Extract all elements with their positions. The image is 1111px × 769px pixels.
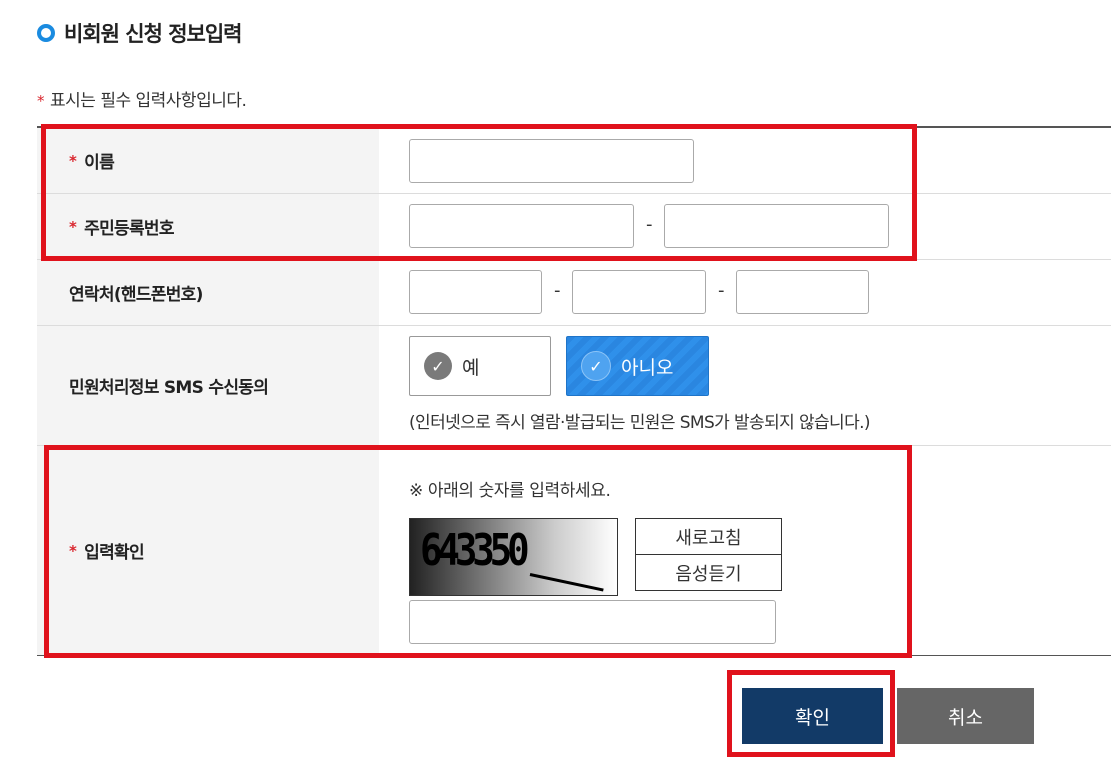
row-phone: 연락처(핸드폰번호) - -	[37, 260, 1111, 326]
phone-last-input[interactable]	[736, 270, 869, 314]
captcha-image-text: 643350	[420, 525, 530, 576]
captcha-label-cell: * 입력확인	[37, 446, 379, 655]
rrn-label-cell: * 주민등록번호	[37, 194, 379, 259]
required-star-icon: *	[69, 151, 77, 170]
required-star-icon: *	[69, 217, 77, 236]
rrn-input-cell: -	[379, 194, 1111, 259]
phone-dash-1: -	[554, 280, 561, 301]
required-note-text: 표시는 필수 입력사항입니다.	[50, 91, 247, 111]
required-star-icon: *	[37, 92, 45, 110]
sms-label-cell: 민원처리정보 SMS 수신동의	[37, 326, 379, 445]
captcha-label: 입력확인	[84, 543, 144, 563]
row-captcha: * 입력확인 ※ 아래의 숫자를 입력하세요. 643350 새로고침 음성듣기	[37, 446, 1111, 655]
name-input-cell	[379, 128, 1111, 193]
row-rrn: * 주민등록번호 -	[37, 194, 1111, 260]
sms-cell: ✓ 예 ✓ 아니오 (인터넷으로 즉시 열람·발급되는 민원은 SMS가 발송되…	[379, 326, 1111, 445]
captcha-audio-button[interactable]: 음성듣기	[635, 554, 782, 591]
phone-middle-input[interactable]	[572, 270, 706, 314]
sms-yes-radio[interactable]: ✓ 예	[409, 336, 551, 396]
rrn-dash: -	[646, 214, 653, 235]
captcha-refresh-button[interactable]: 새로고침	[635, 518, 782, 555]
rrn-back-input[interactable]	[664, 204, 889, 248]
phone-label: 연락처(핸드폰번호)	[69, 285, 203, 305]
captcha-noise-line	[529, 573, 604, 592]
name-label: 이름	[84, 153, 115, 173]
phone-input-cell: - -	[379, 260, 1111, 325]
sms-no-label: 아니오	[621, 356, 674, 379]
rrn-front-input[interactable]	[409, 204, 634, 248]
phone-label-cell: 연락처(핸드폰번호)	[37, 260, 379, 325]
cancel-button[interactable]: 취소	[897, 688, 1034, 744]
checkmark-icon: ✓	[424, 352, 452, 380]
phone-first-input[interactable]	[409, 270, 542, 314]
sms-label: 민원처리정보 SMS 수신동의	[69, 378, 269, 398]
name-input[interactable]	[409, 139, 694, 183]
name-label-cell: * 이름	[37, 128, 379, 193]
captcha-image: 643350	[409, 518, 618, 596]
row-name: * 이름	[37, 128, 1111, 194]
sms-note: (인터넷으로 즉시 열람·발급되는 민원은 SMS가 발송되지 않습니다.)	[409, 413, 871, 433]
captcha-instruction: ※ 아래의 숫자를 입력하세요.	[409, 481, 611, 501]
phone-dash-2: -	[718, 280, 725, 301]
captcha-cell: ※ 아래의 숫자를 입력하세요. 643350 새로고침 음성듣기	[379, 446, 1111, 655]
sms-yes-label: 예	[462, 356, 480, 379]
required-star-icon: *	[69, 541, 77, 560]
row-sms: 민원처리정보 SMS 수신동의 ✓ 예 ✓ 아니오 (인터넷으로 즉시 열람·발…	[37, 326, 1111, 446]
sms-no-radio[interactable]: ✓ 아니오	[566, 336, 709, 396]
rrn-label: 주민등록번호	[84, 219, 174, 239]
circle-bullet-icon	[37, 24, 55, 42]
confirm-button[interactable]: 확인	[742, 688, 883, 744]
section-title: 비회원 신청 정보입력	[64, 22, 243, 46]
checkmark-icon: ✓	[581, 351, 611, 381]
section-header: 비회원 신청 정보입력	[37, 18, 243, 48]
captcha-input[interactable]	[409, 600, 776, 644]
required-note: * 표시는 필수 입력사항입니다.	[37, 86, 247, 111]
applicant-form: * 이름 * 주민등록번호 - 연락처(핸드폰번호) - - 민원처리정보 SMS …	[37, 126, 1111, 656]
